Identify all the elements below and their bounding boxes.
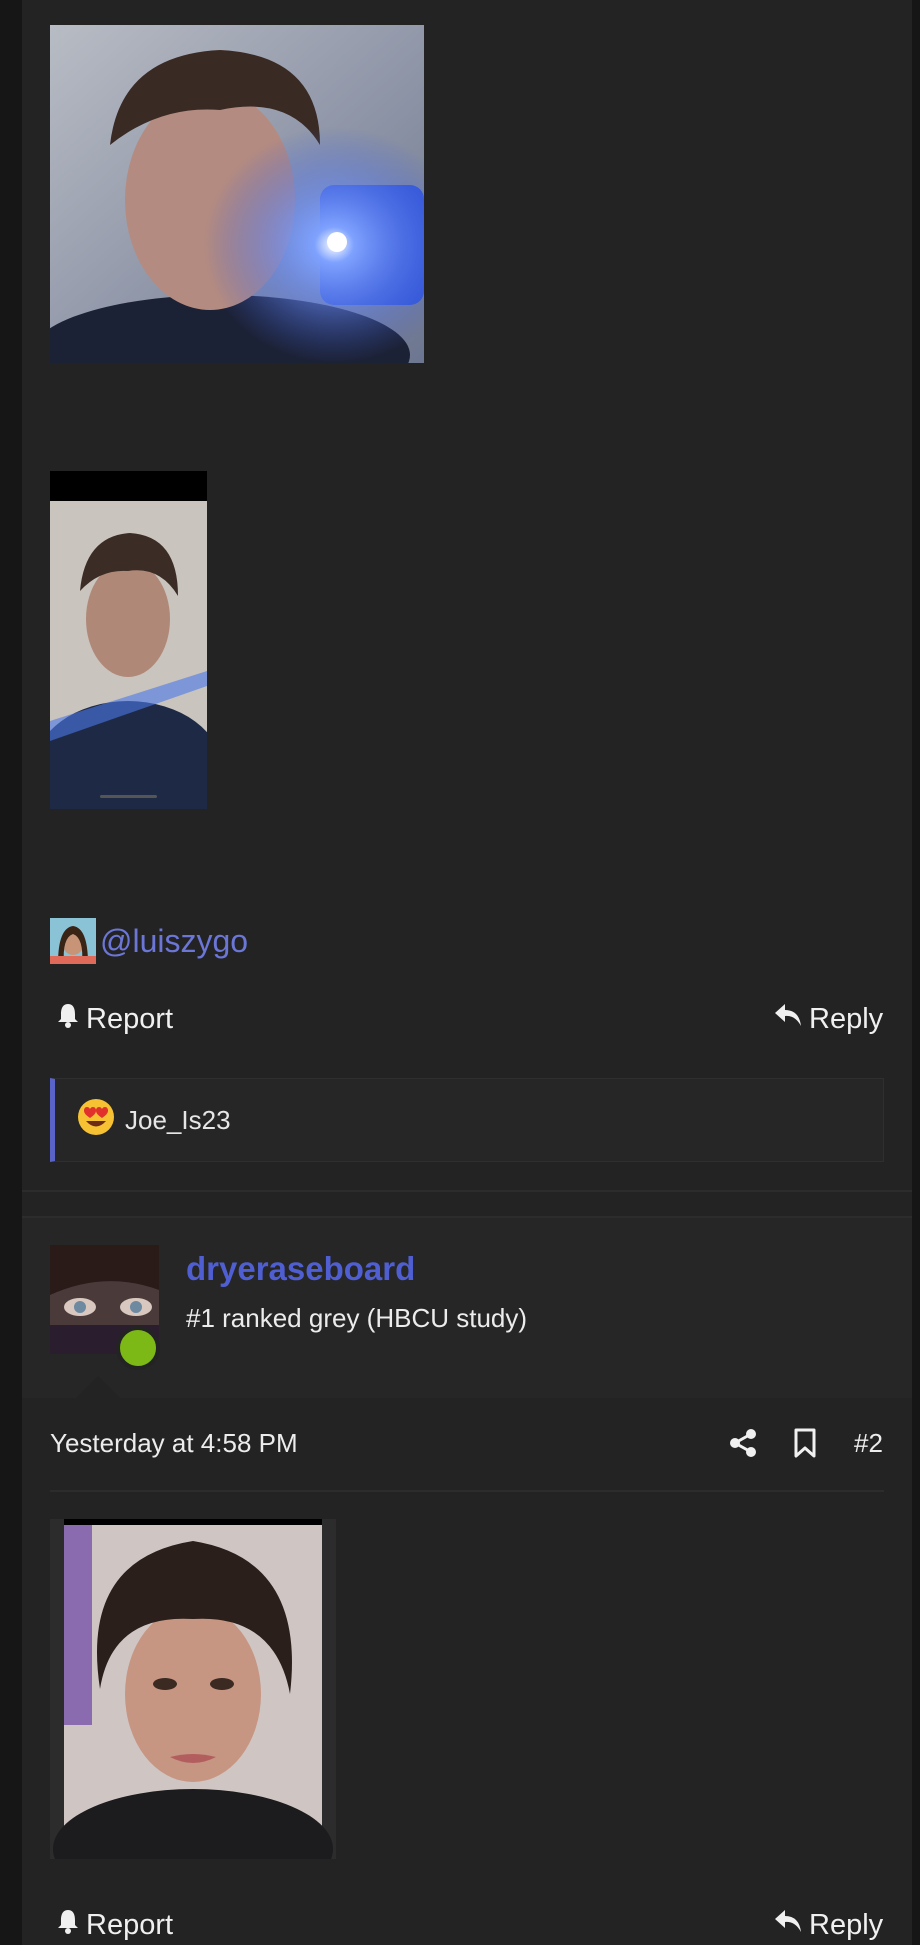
mention-avatar xyxy=(50,918,96,964)
meta-divider xyxy=(50,1490,884,1492)
report-button[interactable]: Report xyxy=(56,1002,173,1036)
online-status-indicator xyxy=(116,1326,160,1370)
post-image-portrait[interactable] xyxy=(50,1519,336,1859)
reply-button[interactable]: Reply xyxy=(773,1908,883,1942)
report-button[interactable]: Report xyxy=(56,1908,173,1942)
report-label: Report xyxy=(86,1908,174,1941)
user-mention-link[interactable]: @luiszygo xyxy=(50,918,248,964)
reactions-bar[interactable]: Joe_Is23 xyxy=(50,1078,884,1162)
heart-eyes-emoji-icon xyxy=(77,1098,115,1143)
user-title: #1 ranked grey (HBCU study) xyxy=(186,1303,528,1333)
header-pointer xyxy=(76,1376,120,1398)
post-image-selfie[interactable] xyxy=(50,25,424,363)
reply-arrow-icon xyxy=(773,1002,803,1036)
mention-text[interactable]: @luiszygo xyxy=(100,923,248,960)
reply-label: Reply xyxy=(809,1908,884,1941)
post-number-link[interactable]: #2 xyxy=(854,1428,883,1459)
reply-button[interactable]: Reply xyxy=(773,1002,883,1036)
reaction-username[interactable]: Joe_Is23 xyxy=(125,1105,231,1136)
bookmark-icon[interactable] xyxy=(792,1428,826,1462)
post-image-phone-screenshot[interactable] xyxy=(50,471,207,809)
reply-label: Reply xyxy=(809,1002,884,1035)
report-label: Report xyxy=(86,1002,174,1035)
share-icon[interactable] xyxy=(728,1428,762,1462)
post-separator xyxy=(22,1190,912,1192)
reply-arrow-icon xyxy=(773,1908,803,1942)
post-timestamp[interactable]: Yesterday at 4:58 PM xyxy=(50,1428,298,1459)
post-username[interactable]: dryeraseboard xyxy=(186,1250,415,1288)
bell-icon xyxy=(56,1908,80,1942)
bell-icon xyxy=(56,1002,80,1036)
